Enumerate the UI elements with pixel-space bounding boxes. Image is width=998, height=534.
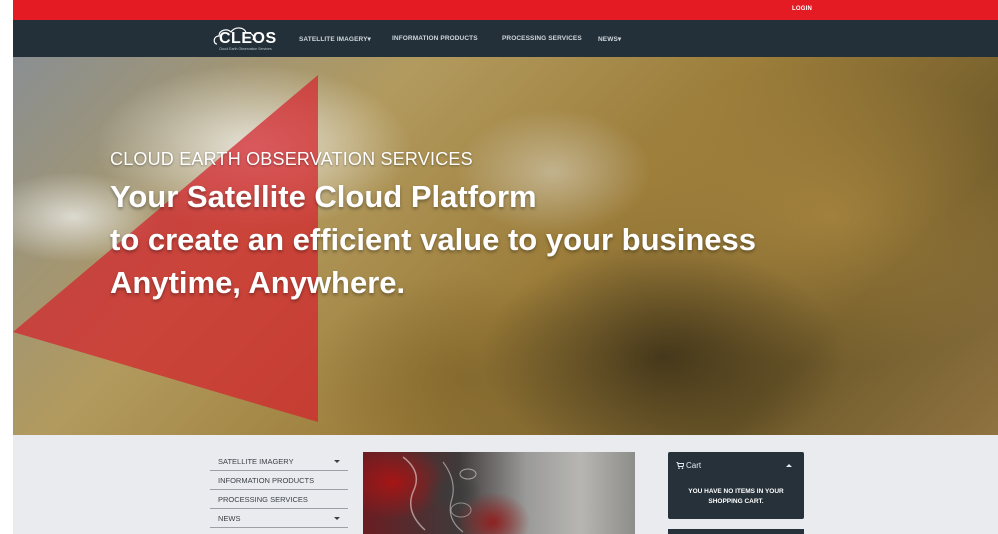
cleos-logo[interactable]: CLEOS Cloud Earth Observation Services bbox=[211, 24, 297, 54]
chevron-down-icon bbox=[334, 460, 340, 463]
hero-banner: CLOUD EARTH OBSERVATION SERVICES Your Sa… bbox=[13, 57, 998, 435]
sidebar-item-label: NEWS bbox=[218, 514, 241, 523]
hero-headline-line-1: Your Satellite Cloud Platform bbox=[110, 179, 537, 214]
nav-satellite-imagery[interactable]: SATELLITE IMAGERY▾ bbox=[299, 35, 371, 43]
page-left-margin bbox=[0, 0, 13, 534]
logo-wordmark: CLEOS bbox=[219, 30, 277, 47]
collapse-caret-icon[interactable] bbox=[786, 464, 792, 467]
nav-information-products[interactable]: INFORMATION PRODUCTS bbox=[392, 35, 478, 42]
nav-news[interactable]: NEWS▾ bbox=[598, 35, 621, 43]
top-utility-bar: LOGIN bbox=[13, 0, 998, 20]
content-area: SATELLITE IMAGERY INFORMATION PRODUCTS P… bbox=[13, 435, 998, 534]
sidebar-item-satellite-imagery[interactable]: SATELLITE IMAGERY bbox=[210, 452, 348, 471]
cart-title: Cart bbox=[686, 461, 702, 470]
cart-empty-message: YOU HAVE NO ITEMS IN YOUR SHOPPING CART. bbox=[688, 488, 784, 505]
hero-headline-line-2: to create an efficient value to your bus… bbox=[110, 222, 757, 257]
chevron-down-icon bbox=[334, 517, 340, 520]
sidebar-item-label: SATELLITE IMAGERY bbox=[218, 457, 294, 466]
nav-processing-services[interactable]: PROCESSING SERVICES bbox=[502, 35, 582, 42]
hero-subtitle: CLOUD EARTH OBSERVATION SERVICES bbox=[110, 149, 473, 169]
login-link[interactable]: LOGIN bbox=[792, 6, 812, 12]
sidebar-item-label: INFORMATION PRODUCTS bbox=[218, 476, 315, 485]
satellite-texture bbox=[402, 456, 477, 533]
shopping-cart-icon bbox=[676, 462, 684, 469]
sidebar-item-label: PROCESSING SERVICES bbox=[218, 495, 308, 504]
logo-tagline: Cloud Earth Observation Services bbox=[219, 47, 272, 51]
featured-satellite-image[interactable] bbox=[363, 452, 635, 534]
sidebar-item-information-products[interactable]: INFORMATION PRODUCTS bbox=[210, 471, 348, 490]
main-navbar: CLEOS Cloud Earth Observation Services S… bbox=[13, 20, 998, 57]
sidebar-item-news[interactable]: NEWS bbox=[210, 509, 348, 528]
hero-headline-line-3: Anytime, Anywhere. bbox=[110, 265, 406, 300]
next-panel-edge bbox=[668, 529, 804, 534]
cart-panel: Cart YOU HAVE NO ITEMS IN YOUR SHOPPING … bbox=[668, 452, 804, 519]
sidebar-item-processing-services[interactable]: PROCESSING SERVICES bbox=[210, 490, 348, 509]
